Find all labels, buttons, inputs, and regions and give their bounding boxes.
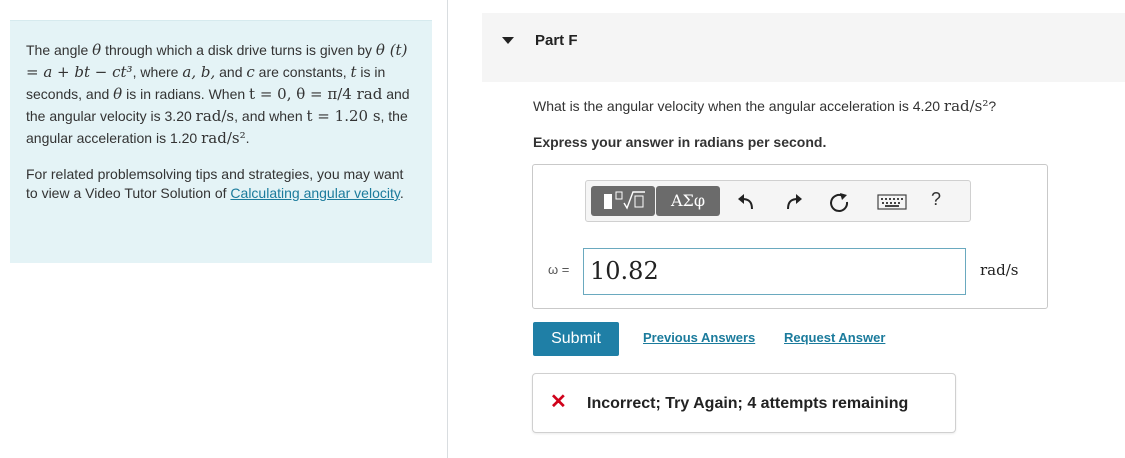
tutor-hint: For related problemsolving tips and stra…: [26, 165, 416, 203]
problem-statement: The angle θ through which a disk drive t…: [26, 39, 416, 149]
text: and: [215, 64, 247, 80]
text: .: [399, 185, 404, 201]
math-toolbar: ΑΣφ ?: [585, 180, 971, 222]
question-body: What is the angular velocity when the an…: [533, 98, 944, 114]
text: is in radians. When: [122, 86, 250, 102]
text: through which a disk drive turns is give…: [101, 42, 376, 58]
previous-answers-link[interactable]: Previous Answers: [643, 330, 755, 345]
text: , and when: [234, 108, 307, 124]
constants-ab: a, b,: [182, 63, 216, 81]
unit: rad/s²: [201, 129, 246, 147]
text: ?: [988, 98, 997, 114]
redo-icon[interactable]: [782, 191, 804, 213]
part-header[interactable]: Part F: [482, 13, 1125, 82]
answer-unit: rad/s: [980, 261, 1019, 279]
answer-instruction: Express your answer in radians per secon…: [533, 134, 827, 150]
variable-label: ω =: [548, 262, 570, 277]
question-text: What is the angular velocity when the an…: [533, 97, 996, 115]
feedback-text: Incorrect; Try Again; 4 attempts remaini…: [587, 395, 909, 412]
templates-button[interactable]: [591, 186, 655, 216]
question-unit: rad/s²: [943, 97, 989, 115]
initial-condition: t = 0, θ = π/4 rad: [249, 85, 383, 103]
constant-c: c: [246, 63, 255, 81]
answer-input[interactable]: 10.82: [583, 248, 966, 295]
greek-symbols-button[interactable]: ΑΣφ: [656, 186, 720, 216]
theta-symbol: θ: [92, 41, 102, 59]
reset-icon[interactable]: [828, 191, 850, 213]
text: are constants,: [254, 64, 351, 80]
undo-icon[interactable]: [736, 191, 758, 213]
text: The angle: [26, 42, 93, 58]
part-title: Part F: [535, 32, 578, 49]
answer-box: ΑΣφ ? ω = 10.82 rad/s: [532, 164, 1048, 309]
theta-symbol: θ: [113, 85, 123, 103]
help-icon[interactable]: ?: [926, 189, 946, 211]
problem-info-panel: The angle θ through which a disk drive t…: [10, 20, 432, 263]
text: , where: [132, 64, 183, 80]
video-tutor-link[interactable]: Calculating angular velocity: [230, 185, 399, 201]
time-condition: t = 1.20 s: [306, 107, 381, 125]
incorrect-x-icon: ✕: [550, 391, 567, 413]
templates-icon: [604, 191, 645, 210]
keyboard-icon[interactable]: [877, 194, 907, 210]
request-answer-link[interactable]: Request Answer: [784, 330, 885, 345]
column-divider: [447, 0, 448, 458]
feedback-box: ✕ Incorrect; Try Again; 4 attempts remai…: [532, 373, 956, 433]
submit-button[interactable]: Submit: [533, 322, 619, 356]
text: .: [245, 130, 250, 146]
unit: rad/s: [195, 107, 235, 125]
collapse-triangle-icon[interactable]: [502, 37, 514, 44]
